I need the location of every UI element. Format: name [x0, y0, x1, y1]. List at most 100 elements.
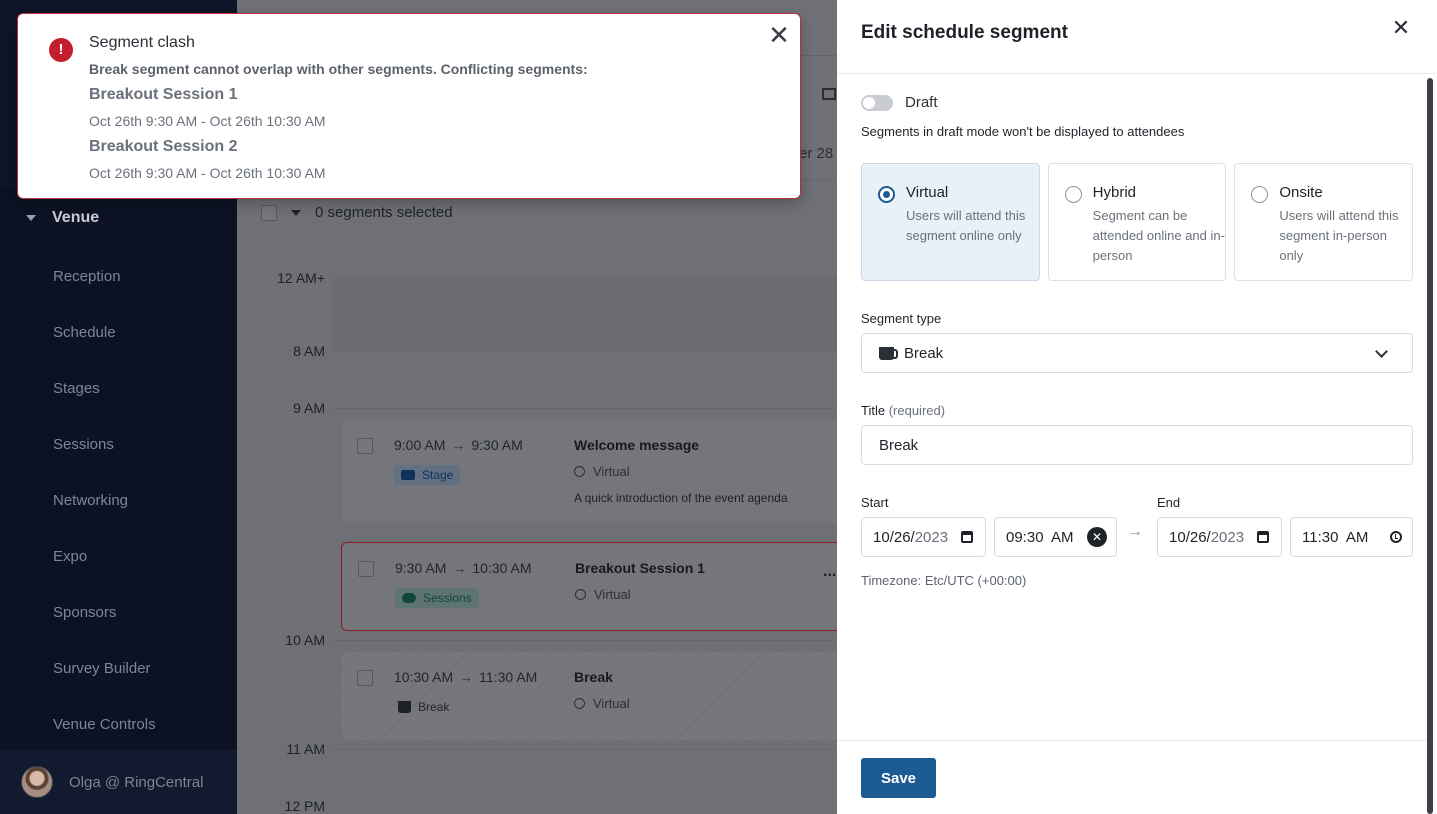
required-hint: (required)	[888, 403, 946, 418]
draft-label: Draft	[905, 94, 938, 111]
caret-down-icon[interactable]	[291, 209, 301, 216]
segment-mode: Virtual	[574, 696, 630, 711]
avatar	[21, 766, 53, 798]
globe-icon	[574, 698, 585, 709]
mode-name: Onsite	[1279, 184, 1323, 201]
selection-count: 0 segments selected	[315, 204, 453, 221]
segment-card-welcome[interactable]: 9:00 AM → 9:30 AM Stage Welcome message Vi…	[341, 420, 837, 523]
sidebar-item-networking[interactable]: Networking	[0, 472, 237, 528]
calendar-icon[interactable]	[961, 531, 973, 543]
segment-checkbox[interactable]	[357, 670, 373, 686]
segment-tag-label: Stage	[422, 468, 454, 482]
calendar-icon[interactable]	[1257, 531, 1269, 543]
date-range-text: er 28	[799, 145, 834, 162]
more-options-icon[interactable]: ...	[823, 563, 836, 581]
early-hours-block	[333, 278, 837, 350]
title-label: Title (required)	[861, 403, 945, 418]
sidebar-item-expo[interactable]: Expo	[0, 528, 237, 584]
start-date-input[interactable]: 10/26/2023	[861, 517, 986, 557]
radio-selected-icon[interactable]	[878, 186, 895, 203]
start-time-input[interactable]: 09:30 AM ✕	[994, 517, 1117, 557]
time-label: 9 AM	[293, 400, 325, 416]
coffee-cup-icon	[879, 346, 898, 360]
arrow-right-icon: →	[1127, 523, 1143, 540]
segment-mode: Virtual	[574, 464, 630, 479]
conflict-time: Oct 26th 9:30 AM - Oct 26th 10:30 AM	[89, 165, 326, 181]
video-camera-icon	[401, 470, 415, 480]
draft-toggle[interactable]	[861, 94, 893, 111]
sidebar-item-venue-controls[interactable]: Venue Controls	[0, 696, 237, 752]
mode-option-virtual[interactable]: Virtual Users will attend this segment o…	[861, 163, 1040, 281]
segment-checkbox[interactable]	[358, 561, 374, 577]
segment-tag: Break	[394, 697, 456, 717]
segment-card-break[interactable]: 10:30 AM → 11:30 AM Break Break Virtual	[341, 652, 837, 740]
clock-icon[interactable]	[1390, 531, 1402, 543]
mode-description: Users will attend this segment in-person…	[1279, 208, 1399, 263]
timezone-text: Timezone: Etc/UTC (+00:00)	[861, 573, 1027, 588]
radio-icon[interactable]	[1064, 186, 1082, 203]
chevron-down-icon	[1375, 345, 1388, 358]
people-icon	[402, 593, 416, 603]
draft-help-text: Segments in draft mode won't be displaye…	[861, 124, 1185, 139]
sidebar-item-schedule[interactable]: Schedule	[0, 304, 237, 360]
segment-checkbox[interactable]	[357, 438, 373, 454]
coffee-cup-icon	[398, 701, 411, 713]
segment-tag: Sessions	[395, 588, 479, 608]
time-label: 11 AM	[286, 741, 325, 757]
segment-mode-label: Virtual	[593, 696, 630, 711]
sidebar-item-sessions[interactable]: Sessions	[0, 416, 237, 472]
title-input[interactable]	[861, 425, 1413, 465]
sidebar-item-reception[interactable]: Reception	[0, 248, 237, 304]
close-icon[interactable]: ✕	[768, 22, 790, 48]
segment-clash-alert: ! Segment clash Break segment cannot ove…	[17, 13, 801, 199]
mode-name: Virtual	[906, 184, 949, 201]
save-button[interactable]: Save	[861, 758, 936, 798]
segment-start: 9:00 AM	[394, 437, 446, 453]
sidebar-section-venue[interactable]: Venue	[24, 205, 99, 231]
time-label: 8 AM	[293, 343, 325, 359]
segment-mode-label: Virtual	[593, 464, 630, 479]
segment-title: Breakout Session 1	[575, 560, 705, 576]
time-label: 12 PM	[284, 798, 325, 814]
end-date-input[interactable]: 10/26/2023	[1157, 517, 1282, 557]
selection-row: 0 segments selected	[261, 204, 453, 221]
panel-scrollbar[interactable]	[1427, 78, 1433, 814]
sidebar-item-stages[interactable]: Stages	[0, 360, 237, 416]
close-icon[interactable]: ✕	[1391, 17, 1411, 39]
sidebar-item-survey-builder[interactable]: Survey Builder	[0, 640, 237, 696]
user-name: Olga @ RingCentral	[69, 773, 204, 791]
segment-tag: Stage	[394, 465, 461, 485]
mode-option-hybrid[interactable]: Hybrid Segment can be attended online an…	[1047, 163, 1227, 281]
arrow-right-icon: →	[452, 560, 467, 576]
clear-icon[interactable]: ✕	[1087, 527, 1107, 547]
hour-line	[333, 278, 837, 279]
grid-view-icon[interactable]	[822, 88, 836, 100]
sidebar-section-label: Venue	[52, 209, 100, 226]
start-label: Start	[861, 495, 889, 510]
segment-description: A quick introduction of the event agenda	[574, 491, 788, 505]
segment-card-breakout-1[interactable]: 9:30 AM → 10:30 AM Sessions Breakout Sessi…	[341, 542, 837, 631]
end-time-input[interactable]: 11:30 AM	[1290, 517, 1413, 557]
edit-segment-panel: Edit schedule segment ✕ Draft Segments i…	[837, 0, 1437, 814]
mode-option-onsite[interactable]: Onsite Users will attend this segment in…	[1234, 163, 1414, 281]
radio-icon[interactable]	[1251, 186, 1269, 203]
conflict-name: Breakout Session 2	[89, 138, 238, 155]
select-all-checkbox[interactable]	[261, 204, 277, 221]
user-menu[interactable]: Olga @ RingCentral	[0, 750, 237, 814]
panel-title: Edit schedule segment	[861, 22, 1068, 43]
time-label: 12 AM+	[277, 270, 325, 286]
segment-end: 10:30 AM	[472, 560, 532, 576]
sidebar-item-sponsors[interactable]: Sponsors	[0, 584, 237, 640]
date-month: 10	[1169, 528, 1186, 546]
hour-line	[333, 749, 837, 750]
attendance-mode-group: Virtual Users will attend this segment o…	[861, 163, 1414, 281]
segment-type-select[interactable]: Break	[861, 333, 1413, 373]
segment-time: 10:30 AM → 11:30 AM	[394, 669, 537, 685]
segment-type-value: Break	[904, 344, 944, 362]
segment-mode-label: Virtual	[594, 587, 631, 602]
arrow-right-icon: →	[459, 669, 474, 685]
panel-footer: Save	[837, 740, 1427, 814]
segment-end: 11:30 AM	[479, 669, 538, 685]
start-time-value: 09:30 AM	[1006, 528, 1074, 546]
segment-start: 10:30 AM	[394, 669, 454, 685]
